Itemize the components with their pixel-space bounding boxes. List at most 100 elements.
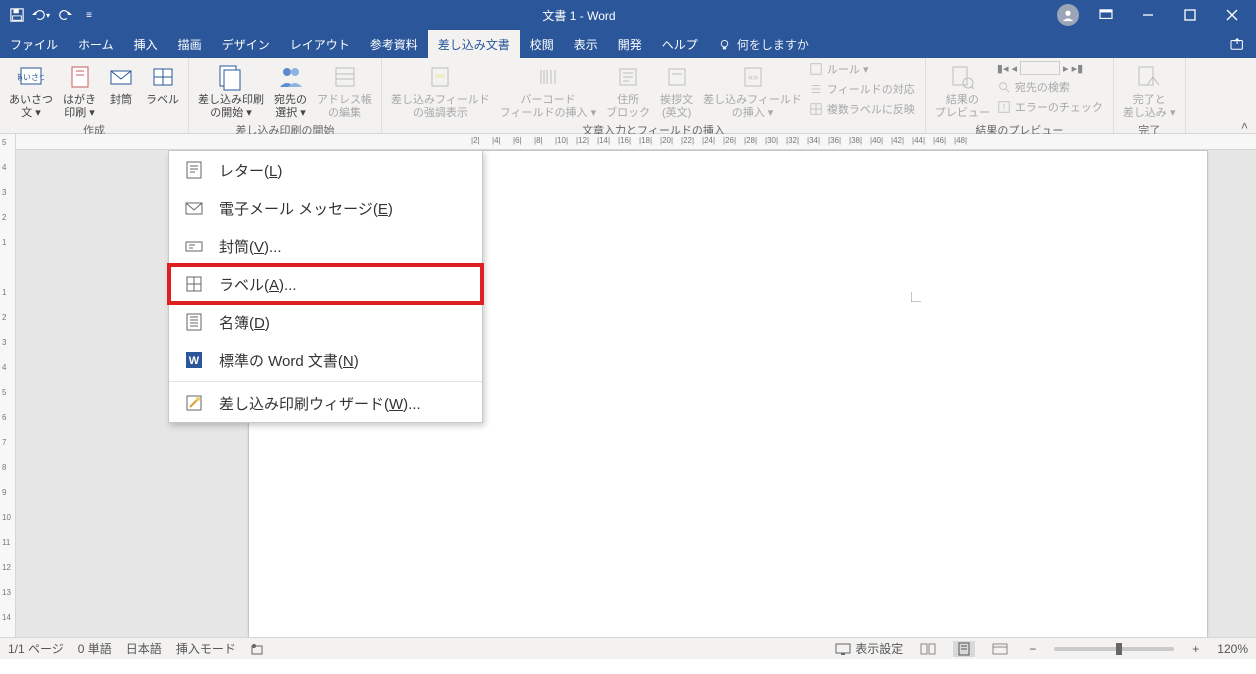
menu-item-label: ラベル(A)... — [219, 274, 297, 295]
status-words[interactable]: 0 単語 — [78, 640, 112, 657]
group-start-mailmerge: 差し込み印刷の開始 ▾ 宛先の選択 ▾ アドレス帳の編集 差し込み印刷の開始 — [189, 58, 382, 133]
tell-me-search[interactable]: 何をしますか — [708, 30, 819, 58]
macro-record-icon[interactable] — [250, 642, 264, 656]
ribbon: あいさつあいさつ文 ▾ はがき印刷 ▾ 封筒 ラベル ラベル 作成 差し込み印刷… — [0, 58, 1256, 134]
zoom-level[interactable]: 120% — [1217, 642, 1248, 656]
quick-access-toolbar: ▾ ≡ — [0, 4, 106, 26]
view-print-layout[interactable] — [953, 641, 975, 657]
menu-item-labels[interactable]: ラベル(A)... — [169, 265, 482, 303]
status-mode[interactable]: 挿入モード — [176, 640, 236, 657]
menu-item-label: 電子メール メッセージ(E) — [219, 198, 393, 219]
menu-item-label: 標準の Word 文書(N) — [219, 350, 359, 371]
title-bar: ▾ ≡ 文書 1 - Word — [0, 0, 1256, 30]
tab-layout[interactable]: レイアウト — [280, 30, 360, 58]
menu-item-envelopes[interactable]: 封筒(V)... — [169, 227, 482, 265]
menu-item-email[interactable]: 電子メール メッセージ(E) — [169, 189, 482, 227]
account-button[interactable] — [1052, 0, 1084, 30]
tab-help[interactable]: ヘルプ — [652, 30, 708, 58]
lightbulb-icon — [718, 38, 731, 51]
edit-recipient-list-button: アドレス帳の編集 — [314, 60, 375, 121]
match-fields-button: フィールドの対応 — [809, 80, 919, 98]
preview-results-button: 結果のプレビュー — [932, 60, 993, 121]
start-mailmerge-menu: レター(L) 電子メール メッセージ(E) 封筒(V)... ラベル(A)...… — [168, 150, 483, 423]
highlight-fields-button: 差し込みフィールドの強調表示 — [388, 60, 493, 121]
labels-icon — [183, 273, 205, 295]
svg-text:«»: «» — [748, 72, 758, 82]
svg-text:W: W — [189, 355, 200, 367]
minimize-button[interactable] — [1128, 0, 1168, 30]
word-icon: W — [183, 349, 205, 371]
hagaki-button[interactable]: はがき印刷 ▾ — [60, 60, 99, 121]
horizontal-ruler: |2||4||6||8||10||12||14||16||18||20||22|… — [16, 134, 1256, 150]
ribbon-display-options[interactable] — [1086, 0, 1126, 30]
wizard-icon — [183, 392, 205, 414]
greeting-line-button: 挨拶文(英文) — [657, 60, 696, 121]
tab-file[interactable]: ファイル — [0, 30, 68, 58]
tab-insert[interactable]: 挿入 — [124, 30, 168, 58]
tell-me-label: 何をしますか — [737, 36, 809, 53]
share-button[interactable] — [1230, 37, 1246, 51]
zoom-slider[interactable] — [1054, 647, 1174, 651]
menu-item-label: 名簿(D) — [219, 312, 270, 333]
redo-button[interactable] — [54, 4, 76, 26]
menu-item-directory[interactable]: 名簿(D) — [169, 303, 482, 341]
vertical-ruler: 543211234567891011121314 — [0, 134, 16, 637]
menu-separator — [169, 381, 482, 382]
greeting-button[interactable]: あいさつあいさつ文 ▾ — [6, 60, 56, 121]
label-button[interactable]: ラベル — [143, 60, 182, 109]
envelope-button[interactable]: 封筒 — [103, 60, 139, 109]
zoom-out-button[interactable]: − — [1025, 642, 1040, 656]
email-icon — [183, 197, 205, 219]
rules-button: ルール ▾ — [809, 60, 919, 78]
tab-mailings[interactable]: 差し込み文書 — [428, 30, 520, 58]
view-web-layout[interactable] — [989, 641, 1011, 657]
tab-design[interactable]: デザイン — [212, 30, 280, 58]
qat-customize[interactable]: ≡ — [78, 4, 100, 26]
close-button[interactable] — [1212, 0, 1252, 30]
tab-home[interactable]: ホーム — [68, 30, 124, 58]
finish-merge-button: 完了と差し込み ▾ — [1120, 60, 1179, 121]
start-mailmerge-button[interactable]: 差し込み印刷の開始 ▾ — [195, 60, 267, 121]
workspace: 543211234567891011121314 |2||4||6||8||10… — [0, 134, 1256, 637]
display-settings-icon[interactable]: 表示設定 — [835, 640, 903, 657]
group-preview-results: 結果のプレビュー ▮◂◂▸▸▮ 宛先の検索 !エラーのチェック 結果のプレビュー — [926, 58, 1114, 133]
menu-item-normal-word[interactable]: W 標準の Word 文書(N) — [169, 341, 482, 379]
menu-item-wizard[interactable]: 差し込み印刷ウィザード(W)... — [169, 384, 482, 422]
undo-button[interactable]: ▾ — [30, 4, 52, 26]
svg-text:!: ! — [1003, 103, 1005, 113]
svg-text:あいさつ: あいさつ — [18, 73, 44, 82]
window-title: 文書 1 - Word — [106, 7, 1052, 24]
page-corner-mark — [911, 284, 929, 302]
save-button[interactable] — [6, 4, 28, 26]
view-read-mode[interactable] — [917, 641, 939, 657]
menu-item-label: 差し込み印刷ウィザード(W)... — [219, 393, 421, 414]
barcode-field-button: バーコードフィールドの挿入 ▾ — [497, 60, 599, 121]
check-errors-button: !エラーのチェック — [997, 98, 1107, 116]
tab-developer[interactable]: 開発 — [608, 30, 652, 58]
menu-item-label: 封筒(V)... — [219, 236, 282, 257]
status-page[interactable]: 1/1 ページ — [8, 640, 64, 657]
directory-icon — [183, 311, 205, 333]
update-labels-button: 複数ラベルに反映 — [809, 100, 919, 118]
group-finish: 完了と差し込み ▾ 完了 — [1114, 58, 1186, 133]
insert-merge-field-button: «»差し込みフィールドの挿入 ▾ — [700, 60, 805, 121]
menu-item-letters[interactable]: レター(L) — [169, 151, 482, 189]
status-language[interactable]: 日本語 — [126, 640, 162, 657]
letter-icon — [183, 159, 205, 181]
find-recipient-button: 宛先の検索 — [997, 78, 1107, 96]
tab-draw[interactable]: 描画 — [168, 30, 212, 58]
envelope-icon — [183, 235, 205, 257]
record-nav: ▮◂◂▸▸▮ — [997, 60, 1107, 76]
window-controls — [1052, 0, 1256, 30]
tab-review[interactable]: 校閲 — [520, 30, 564, 58]
tab-references[interactable]: 参考資料 — [360, 30, 428, 58]
select-recipients-button[interactable]: 宛先の選択 ▾ — [271, 60, 310, 121]
collapse-ribbon-button[interactable]: ˄ — [1233, 58, 1256, 133]
tab-view[interactable]: 表示 — [564, 30, 608, 58]
address-block-button: 住所ブロック — [603, 60, 653, 121]
maximize-button[interactable] — [1170, 0, 1210, 30]
zoom-in-button[interactable]: + — [1188, 642, 1203, 656]
group-write-insert: 差し込みフィールドの強調表示 バーコードフィールドの挿入 ▾ 住所ブロック 挨拶… — [382, 58, 926, 133]
ribbon-tabs: ファイル ホーム 挿入 描画 デザイン レイアウト 参考資料 差し込み文書 校閲… — [0, 30, 1256, 58]
document-area[interactable]: レター(L) 電子メール メッセージ(E) 封筒(V)... ラベル(A)...… — [16, 150, 1256, 637]
